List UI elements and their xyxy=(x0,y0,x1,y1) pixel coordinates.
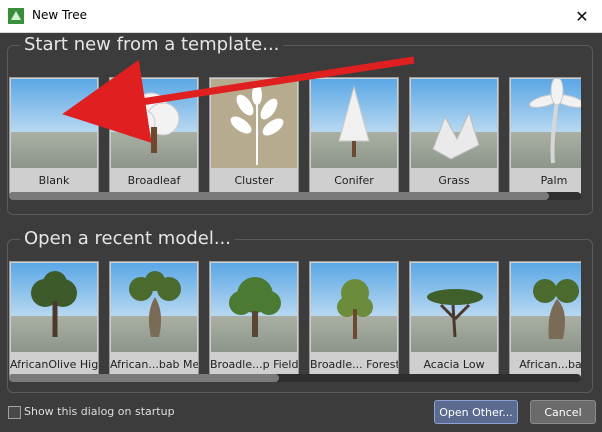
template-card-cluster[interactable]: Cluster xyxy=(209,77,299,194)
conifer-tree-icon xyxy=(311,79,397,168)
show-on-startup-label: Show this dialog on startup xyxy=(24,405,175,418)
cancel-button[interactable]: Cancel xyxy=(530,400,596,424)
recent-label: Broadle... Forest xyxy=(310,358,398,371)
blank-template-icon xyxy=(11,79,97,168)
template-card-palm[interactable]: Palm xyxy=(509,77,581,194)
recent-card-african-olive-high[interactable]: AfricanOlive High xyxy=(9,261,99,378)
broadleaf-tree-icon xyxy=(211,263,297,352)
close-button[interactable]: ✕ xyxy=(562,0,602,32)
template-card-broadleaf[interactable]: Broadleaf xyxy=(109,77,199,194)
recent-scrollbar[interactable] xyxy=(9,374,581,382)
recent-card-broadleaf-field[interactable]: Broadle...p Field xyxy=(209,261,299,378)
recent-label: Broadle...p Field xyxy=(210,358,298,371)
template-strip: Blank Broadleaf Cluster Conifer Grass Pa… xyxy=(9,77,581,195)
app-tree-icon xyxy=(8,8,24,24)
recent-card-african-baobab-med[interactable]: African...bab Med xyxy=(109,261,199,378)
template-cards: Blank Broadleaf Cluster Conifer Grass Pa… xyxy=(9,77,581,194)
template-label: Conifer xyxy=(334,174,374,187)
template-label: Grass xyxy=(438,174,470,187)
template-label: Cluster xyxy=(234,174,274,187)
recent-scrollbar-thumb[interactable] xyxy=(9,374,279,382)
open-other-button[interactable]: Open Other... xyxy=(434,400,518,424)
cluster-leaf-icon xyxy=(211,79,297,168)
baobab-tree-icon xyxy=(511,263,581,352)
show-on-startup-checkbox[interactable] xyxy=(8,406,21,419)
recent-label: African...bab Med xyxy=(110,358,198,371)
acacia-tree-icon xyxy=(411,263,497,352)
broadleaf-forest-tree-icon xyxy=(311,263,397,352)
recent-cards: AfricanOlive High African...bab Med Broa… xyxy=(9,261,581,378)
grass-icon xyxy=(411,79,497,168)
palm-tree-icon xyxy=(511,79,581,168)
dialog-content: Start new from a template... Blank Broad… xyxy=(0,33,602,432)
african-olive-tree-icon xyxy=(11,263,97,352)
close-icon: ✕ xyxy=(575,6,589,26)
recent-label: Acacia Low xyxy=(423,358,485,371)
recent-label: African...bab xyxy=(519,358,581,371)
template-scrollbar[interactable] xyxy=(9,192,581,200)
recent-card-broadleaf-forest[interactable]: Broadle... Forest xyxy=(309,261,399,378)
window-title: New Tree xyxy=(32,8,87,22)
template-scrollbar-thumb[interactable] xyxy=(9,192,549,200)
broadleaf-tree-icon xyxy=(111,79,197,168)
template-card-conifer[interactable]: Conifer xyxy=(309,77,399,194)
baobab-tree-icon xyxy=(111,263,197,352)
recent-card-african-baobab[interactable]: African...bab xyxy=(509,261,581,378)
recent-heading: Open a recent model... xyxy=(20,228,235,249)
recent-strip: AfricanOlive High African...bab Med Broa… xyxy=(9,261,581,379)
recent-label: AfricanOlive High xyxy=(10,358,98,371)
recent-card-acacia-low[interactable]: Acacia Low xyxy=(409,261,499,378)
template-heading: Start new from a template... xyxy=(20,34,284,55)
template-label: Palm xyxy=(540,174,568,187)
template-card-grass[interactable]: Grass xyxy=(409,77,499,194)
template-label: Blank xyxy=(38,174,70,187)
template-card-blank[interactable]: Blank xyxy=(9,77,99,194)
template-label: Broadleaf xyxy=(127,174,181,187)
title-bar: New Tree ✕ xyxy=(0,0,602,33)
